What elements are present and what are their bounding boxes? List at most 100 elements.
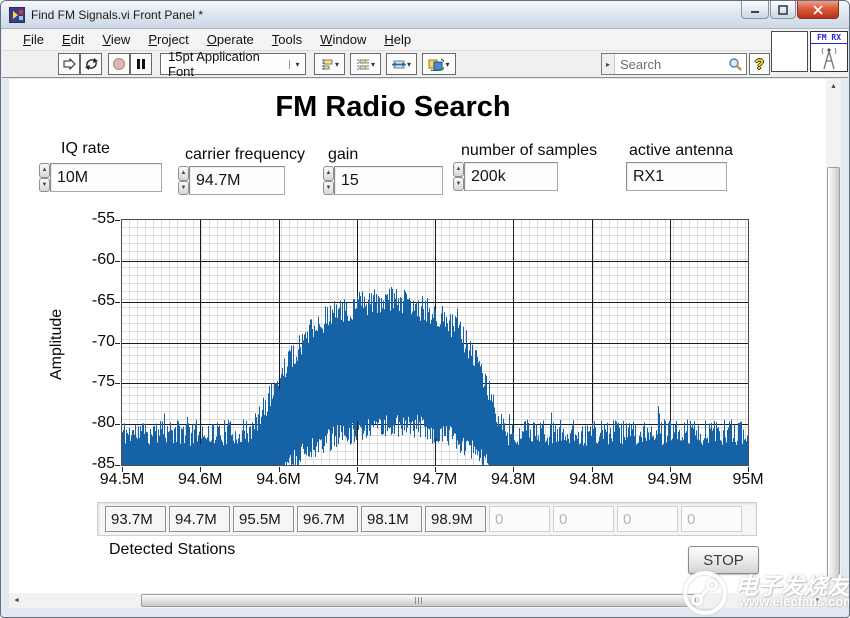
carrier-frequency-label: carrier frequency [185, 146, 306, 163]
horizontal-scrollbar[interactable]: ◄ ► [9, 593, 826, 608]
active-antenna-field[interactable]: RX1 [626, 162, 727, 191]
context-help-button[interactable]: ? [749, 53, 770, 75]
y-tick-label: -80 [91, 414, 115, 432]
iq-rate-spinner[interactable]: ▲ ▼ [39, 163, 50, 192]
number-of-samples-spinner[interactable]: ▲ ▼ [453, 162, 464, 191]
window-title: Find FM Signals.vi Front Panel * [31, 7, 204, 22]
vertical-scroll-thumb[interactable] [827, 167, 840, 579]
x-tick-label: 94.8M [491, 471, 536, 488]
scroll-left-icon[interactable]: ◄ [9, 593, 24, 608]
gain-label: gain [328, 146, 359, 163]
run-arrow-icon [63, 58, 76, 70]
menu-project[interactable]: Project [139, 30, 197, 49]
pause-icon [137, 59, 145, 69]
page-title: FM Radio Search [275, 91, 511, 123]
decrement-icon[interactable]: ▼ [323, 180, 334, 195]
carrier-frequency-field[interactable]: 94.7M [189, 166, 285, 195]
menu-bar: File Edit View Project Operate Tools Win… [2, 29, 848, 50]
y-tick-label: -55 [91, 210, 115, 227]
distribute-objects-button[interactable]: ▾ [350, 53, 381, 75]
station-value[interactable]: 93.7M [105, 506, 166, 532]
x-tick-label: 94.8M [569, 471, 614, 488]
menu-tools[interactable]: Tools [263, 30, 311, 49]
x-tick-label: 95M [732, 471, 764, 488]
search-input[interactable] [615, 56, 724, 72]
increment-icon[interactable]: ▲ [178, 166, 189, 181]
scroll-right-icon[interactable]: ► [811, 593, 826, 608]
vertical-scrollbar[interactable]: ▲ [826, 79, 841, 593]
front-panel: FM Radio Search IQ rate ▲ ▼ 10M carrier … [9, 79, 826, 593]
chevron-down-icon: ▾ [289, 59, 305, 69]
menu-help[interactable]: Help [375, 30, 420, 49]
scrollbar-corner [826, 593, 841, 608]
font-selector-label: 15pt Application Font [168, 49, 260, 79]
station-value[interactable]: 96.7M [297, 506, 358, 532]
gain-spinner[interactable]: ▲ ▼ [323, 166, 334, 195]
spectrum-trace [122, 286, 748, 465]
station-value[interactable]: 95.5M [233, 506, 294, 532]
abort-icon [113, 58, 125, 70]
menu-file[interactable]: File [14, 30, 53, 49]
y-tick-label: -60 [91, 250, 115, 268]
reorder-objects-button[interactable]: ▾ [422, 53, 456, 75]
pause-button[interactable] [130, 53, 152, 75]
x-tick-label: 94.7M [412, 471, 458, 488]
station-value-empty[interactable]: 0 [489, 506, 550, 532]
align-objects-button[interactable]: ▾ [314, 53, 345, 75]
vi-icon-label: FM RX [811, 32, 847, 44]
close-icon [813, 4, 823, 15]
station-value-empty[interactable]: 0 [617, 506, 678, 532]
resize-objects-button[interactable]: ▾ [386, 53, 417, 75]
close-button[interactable] [797, 1, 839, 19]
menu-window[interactable]: Window [311, 30, 375, 49]
vi-icon-box[interactable]: FM RX [810, 31, 848, 72]
x-tick-label: 94.5M [99, 471, 145, 488]
x-tick-label: 94.6M [178, 471, 223, 488]
y-tick-label: -70 [91, 332, 115, 350]
title-bar[interactable]: Find FM Signals.vi Front Panel * [1, 1, 849, 29]
detected-stations-label: Detected Stations [109, 541, 236, 558]
align-objects-icon [322, 58, 333, 70]
search-options-dropdown[interactable]: ▸ [602, 54, 615, 74]
labview-front-panel-window: Find FM Signals.vi Front Panel * File Ed… [0, 0, 850, 618]
menu-operate[interactable]: Operate [198, 30, 263, 49]
labview-vi-icon [9, 6, 25, 23]
distribute-objects-icon [357, 58, 369, 70]
station-value[interactable]: 94.7M [169, 506, 230, 532]
abort-button[interactable] [108, 53, 130, 75]
station-value-empty[interactable]: 0 [681, 506, 742, 532]
y-tick-label: -75 [91, 373, 115, 391]
run-continuously-button[interactable] [80, 53, 102, 75]
connector-pane-slot[interactable] [771, 31, 808, 72]
minimize-button[interactable] [741, 1, 769, 19]
station-value-empty[interactable]: 0 [553, 506, 614, 532]
menu-view[interactable]: View [93, 30, 139, 49]
x-tick-label: 94.9M [647, 471, 692, 488]
decrement-icon[interactable]: ▼ [178, 180, 189, 195]
number-of-samples-field[interactable]: 200k [464, 162, 558, 191]
resize-objects-icon [391, 60, 406, 68]
increment-icon[interactable]: ▲ [453, 162, 464, 177]
run-button[interactable] [58, 53, 80, 75]
maximize-icon [778, 4, 788, 15]
maximize-button[interactable] [770, 1, 796, 19]
decrement-icon[interactable]: ▼ [453, 176, 464, 191]
increment-icon[interactable]: ▲ [39, 163, 50, 178]
station-value[interactable]: 98.9M [425, 506, 486, 532]
gain-field[interactable]: 15 [334, 166, 443, 195]
menu-edit[interactable]: Edit [53, 30, 93, 49]
carrier-frequency-spinner[interactable]: ▲ ▼ [178, 166, 189, 195]
reorder-objects-icon [428, 57, 445, 71]
font-selector[interactable]: 15pt Application Font ▾ [160, 49, 306, 79]
minimize-icon [751, 11, 759, 13]
decrement-icon[interactable]: ▼ [39, 177, 50, 192]
search-icon [724, 57, 746, 72]
number-of-samples-label: number of samples [461, 142, 598, 159]
station-value[interactable]: 98.1M [361, 506, 422, 532]
stop-button[interactable]: STOP [688, 546, 759, 574]
increment-icon[interactable]: ▲ [323, 166, 334, 181]
detected-stations-array: 93.7M 94.7M 95.5M 96.7M 98.1M 98.9M 0 0 … [97, 502, 757, 536]
horizontal-scroll-thumb[interactable] [141, 594, 696, 607]
scroll-up-icon[interactable]: ▲ [826, 79, 841, 94]
x-tick-label: 94.6M [256, 471, 301, 488]
